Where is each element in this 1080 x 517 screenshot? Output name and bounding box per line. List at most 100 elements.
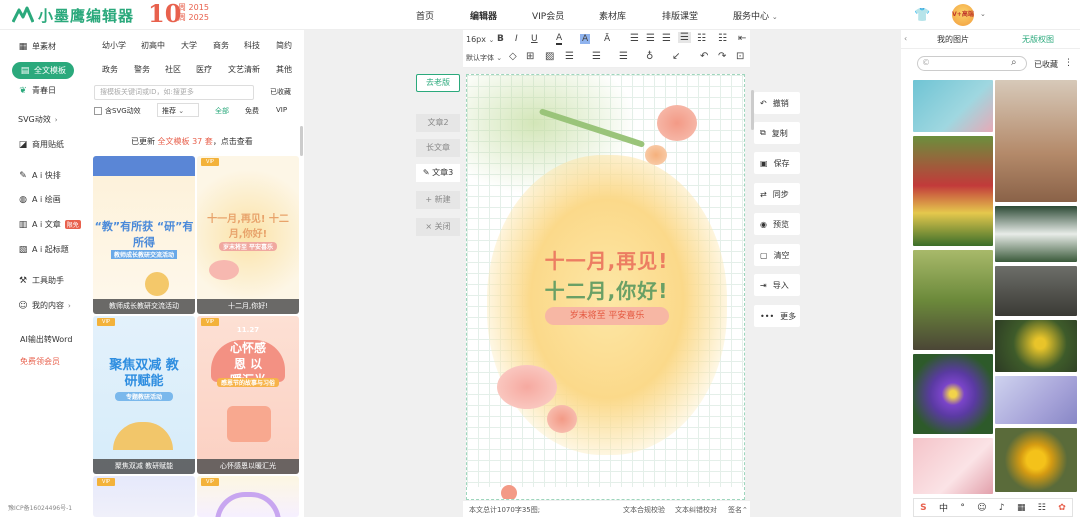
photo-thumbnail[interactable] [913,438,993,494]
nav-course[interactable]: 排版课堂 [662,9,698,22]
photo-thumbnail[interactable] [995,428,1077,492]
clear-action-button[interactable]: ▢ 清空 [754,244,800,266]
nav-ai-layout[interactable]: ✎ A i 快排 [18,170,61,181]
compliance-check-button[interactable]: 文本合规校验 [623,505,665,515]
highlight-color-icon[interactable]: A [580,34,591,44]
collapse-panel-icon[interactable]: ‹ [904,34,907,43]
photo-thumbnail[interactable] [913,136,993,246]
font-family-select[interactable]: 默认字体 ⌄ [466,53,502,63]
align-left-icon[interactable]: ☰ [630,33,639,44]
photo-thumbnail[interactable] [995,320,1077,372]
filter-free[interactable]: 免费 [245,106,259,116]
nav-sticker[interactable]: ◪ 商用贴纸 [18,139,64,150]
bulb-icon[interactable]: ♁ [646,51,653,62]
align-center-icon[interactable]: ☰ [646,33,655,44]
nav-full-template[interactable]: ▤ 全文模板 [12,62,74,79]
justify-icon[interactable]: ☰ [678,32,691,43]
nav-materials[interactable]: 素材库 [599,9,626,22]
image-search-input[interactable]: © ⌕ [917,56,1027,71]
clear-format-icon[interactable]: Ā [604,34,610,44]
category-business[interactable]: 商务 [213,40,229,51]
svg-filter[interactable]: 含SVG动效 [94,106,141,116]
photo-thumbnail[interactable] [913,80,993,132]
bold-button[interactable]: B [497,34,504,44]
template-card[interactable]: VIP 十一月,再见! 十二月,你好! 岁末将至 平安喜乐 十二月,你好! [197,156,299,314]
template-scrollbar[interactable] [300,126,303,156]
svg-checkbox[interactable] [94,107,102,115]
save-action-button[interactable]: ▣ 保存 [754,152,800,174]
image-collected-link[interactable]: 已收藏 [1034,59,1058,70]
avatar-chevron-icon[interactable]: ⌄ [980,10,986,18]
undo-action-button[interactable]: ↶ 撤销 [754,92,800,114]
category-medical[interactable]: 医疗 [196,64,212,75]
photo-thumbnail[interactable] [995,376,1077,424]
undo-icon[interactable]: ↶ [700,51,708,62]
nav-youth-day[interactable]: ❦ 青春日 [18,85,56,96]
nav-ai-word[interactable]: AI输出转Word [20,334,72,345]
old-version-button[interactable]: 去老版 [416,74,460,92]
template-card[interactable]: VIP 11.27 心怀感恩 以暖汇光 感恩节的故事与习俗 心怀感恩以暖汇光 [197,316,299,474]
eraser-icon[interactable]: ◇ [509,51,517,62]
logo-text[interactable]: 小墨鹰编辑器 [38,5,134,26]
nav-service[interactable]: 服务中心 ⌄ [733,9,778,22]
redo-icon[interactable]: ↷ [718,51,726,62]
category-other[interactable]: 其他 [276,64,292,75]
avatar[interactable]: V+高端 [952,4,974,26]
nav-ai-title[interactable]: ▧ A i 起标题 [18,244,69,255]
ime-chinese-toggle[interactable]: 中 [939,501,948,514]
proofread-button[interactable]: 文本纠错校对 [675,505,717,515]
update-notice[interactable]: 已更新 全文模板 37 套，点击查看 [131,136,253,147]
font-size-select[interactable]: 16px ⌄ [466,35,494,44]
paragraph-spacing-icon[interactable]: ☰ [592,51,601,62]
template-card[interactable]: VIP [197,476,299,517]
sogou-logo-icon[interactable]: S [920,503,926,513]
category-community[interactable]: 社区 [165,64,181,75]
tab-free-images[interactable]: 无版权图 [1022,34,1054,45]
nav-vip[interactable]: VIP会员 [532,9,564,22]
ime-menu-icon[interactable]: ☷ [1038,503,1046,513]
photo-thumbnail[interactable] [995,80,1077,202]
icp-number[interactable]: 豫ICP备16024496号-1 [8,503,72,512]
skin-shirt-icon[interactable]: 👕 [914,8,930,23]
preview-action-button[interactable]: ◉ 预览 [754,213,800,235]
template-search-input[interactable]: 搜模板关键词或ID，如:搜更多 [94,85,254,100]
nav-home[interactable]: 首页 [416,9,434,22]
tab-my-images[interactable]: 我的图片 [937,34,969,45]
long-article-tab[interactable]: 长文章 [416,139,460,157]
image-icon[interactable]: ▨ [545,51,554,62]
nav-ai-article[interactable]: ▥ A i 文章 限免 [18,219,81,230]
fullscreen-icon[interactable]: ⊡ [736,51,744,62]
nav-single-material[interactable]: ▦ 单素材 [18,41,56,52]
template-card[interactable]: VIP [93,476,195,517]
list-icon[interactable]: ☷ [718,33,727,44]
search-icon[interactable]: ⌕ [1011,57,1017,68]
more-action-button[interactable]: ••• 更多 [754,305,800,327]
more-vertical-icon[interactable]: ⋮ [1064,58,1073,68]
template-card[interactable]: VIP 聚焦双减 教研赋能 专题教研活动 聚焦双减 教研赋能 [93,316,195,474]
indent-icon[interactable]: ☷ [697,33,706,44]
copy-action-button[interactable]: ⧉ 复制 [754,122,800,144]
category-primary[interactable]: 幼小学 [102,40,126,51]
close-article-button[interactable]: × 关闭 [416,218,460,236]
sort-select[interactable]: 推荐 ⌄ [157,103,199,117]
photo-thumbnail[interactable] [913,250,993,350]
ime-punct-icon[interactable]: ° [960,503,965,513]
filter-vip[interactable]: VIP [276,106,287,114]
font-color-icon[interactable]: A [556,34,563,45]
ime-voice-icon[interactable]: ♪ [999,503,1005,513]
italic-button[interactable]: I [515,34,518,44]
line-spacing-icon[interactable]: ☰ [565,51,574,62]
category-police[interactable]: 警务 [134,64,150,75]
ime-skin-icon[interactable]: ✿ [1058,503,1066,513]
nav-ai-draw[interactable]: ◍ A i 绘画 [18,194,61,205]
category-simple[interactable]: 简约 [276,40,292,51]
nav-svg[interactable]: SVG动效 › [18,114,58,125]
underline-button[interactable]: U [531,34,538,44]
signature-button[interactable]: 签名⌃ [728,505,748,515]
nav-tools[interactable]: ⚒ 工具助手 [18,275,64,286]
align-right-icon[interactable]: ☰ [662,33,671,44]
nav-free-vip[interactable]: 免费领会员 [20,356,60,367]
category-gov[interactable]: 政务 [102,64,118,75]
new-article-button[interactable]: + 新建 [416,191,460,209]
photo-thumbnail[interactable] [913,354,993,434]
